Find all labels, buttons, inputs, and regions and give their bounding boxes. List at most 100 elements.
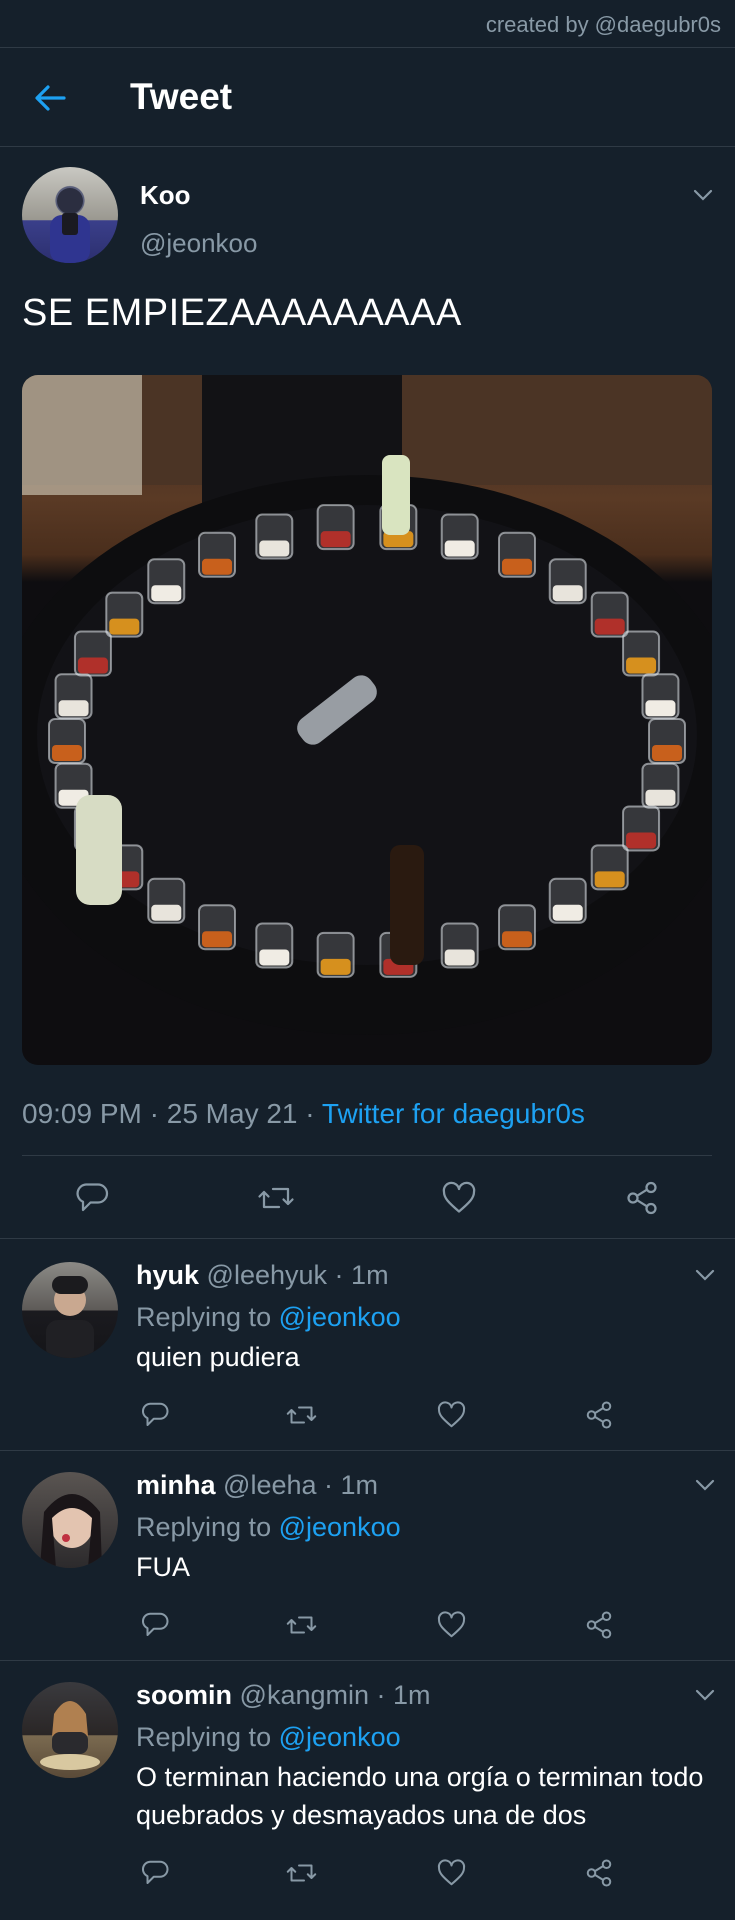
chevron-down-icon	[695, 1479, 715, 1491]
cup-liquid-shape	[502, 931, 532, 948]
like-button[interactable]	[436, 1610, 467, 1640]
share-button[interactable]	[624, 1180, 660, 1216]
share-icon	[586, 1859, 612, 1887]
like-button[interactable]	[436, 1858, 467, 1888]
retweet-button[interactable]	[285, 1400, 318, 1430]
comment-icon	[141, 1402, 169, 1426]
reply-header: hyuk @leehyuk · 1m	[136, 1260, 389, 1290]
reply-author-handle[interactable]: @leeha	[223, 1470, 316, 1500]
tweet-photo[interactable]	[22, 375, 712, 1065]
cup-liquid-shape	[52, 745, 82, 761]
chevron-down-icon	[693, 189, 713, 201]
chevron-down-icon	[695, 1269, 715, 1281]
reply-header: minha @leeha · 1m	[136, 1470, 379, 1500]
reply-time: 1m	[351, 1260, 389, 1290]
chevron-down-icon	[695, 1689, 715, 1701]
cup-liquid-shape	[77, 657, 108, 674]
top-bar: Tweet	[0, 47, 735, 147]
avatar[interactable]	[22, 167, 118, 263]
reply-button[interactable]	[140, 1400, 170, 1430]
avatar[interactable]	[22, 1682, 118, 1778]
retweet-icon	[286, 1406, 317, 1424]
comment-icon	[141, 1612, 169, 1636]
cup-liquid-shape	[645, 700, 676, 717]
reply-time: 1m	[393, 1680, 431, 1710]
cup-liquid-shape	[444, 949, 475, 966]
replying-to: Replying to @jeonkoo	[136, 1512, 401, 1542]
retweet-icon	[286, 1616, 317, 1634]
back-button[interactable]	[30, 80, 70, 116]
reply-author-name[interactable]: soomin	[136, 1680, 232, 1710]
reply-author-handle[interactable]: @leehyuk	[207, 1260, 327, 1290]
avatar-image	[46, 1276, 94, 1358]
tweet-meta: 09:09 PM · 25 May 21 · Twitter for daegu…	[22, 1098, 585, 1129]
like-button[interactable]	[436, 1400, 467, 1430]
cup-liquid-shape	[444, 540, 475, 557]
heart-icon	[437, 1401, 466, 1428]
replying-to: Replying to @jeonkoo	[136, 1722, 401, 1752]
cup-liquid-shape	[202, 558, 232, 575]
reply-button[interactable]	[140, 1610, 170, 1640]
cup-liquid-shape	[645, 789, 676, 806]
like-button[interactable]	[440, 1180, 478, 1216]
heart-icon	[442, 1181, 476, 1213]
heart-icon	[437, 1859, 466, 1886]
more-options-button[interactable]	[694, 1688, 716, 1702]
retweet-icon	[286, 1864, 317, 1882]
more-options-button[interactable]	[694, 1478, 716, 1492]
cup-liquid-shape	[259, 949, 290, 966]
divider	[22, 1155, 712, 1156]
cup-liquid-shape	[320, 531, 351, 548]
reply-text: FUA	[136, 1552, 190, 1582]
author-name[interactable]: Koo	[140, 180, 191, 211]
share-button[interactable]	[584, 1858, 614, 1888]
tweet-source-link[interactable]: Twitter for daegubr0s	[322, 1098, 585, 1129]
share-button[interactable]	[584, 1400, 614, 1430]
tweet-text: SE EMPIEZAAAAAAAAA	[22, 292, 462, 334]
avatar-image	[40, 1701, 100, 1770]
cup-liquid-shape	[552, 585, 583, 602]
cup-liquid-shape	[202, 931, 232, 948]
comment-icon	[76, 1183, 109, 1212]
author-handle[interactable]: @jeonkoo	[140, 228, 257, 259]
party-table-image	[22, 375, 712, 1035]
cup-liquid-shape	[320, 958, 351, 975]
retweet-icon	[258, 1187, 294, 1209]
retweet-button[interactable]	[256, 1180, 296, 1216]
cup-liquid-shape	[109, 618, 140, 635]
cup-liquid-shape	[594, 871, 625, 888]
reply-header: soomin @kangmin · 1m	[136, 1680, 431, 1710]
page-title: Tweet	[130, 76, 233, 117]
divider	[0, 1660, 735, 1661]
mention-link[interactable]: @jeonkoo	[279, 1722, 401, 1752]
share-button[interactable]	[584, 1610, 614, 1640]
cup-liquid-shape	[502, 558, 532, 575]
avatar[interactable]	[22, 1472, 118, 1568]
cup-liquid-shape	[259, 540, 290, 557]
avatar[interactable]	[22, 1262, 118, 1358]
cup-liquid-shape	[552, 904, 583, 921]
share-icon	[627, 1181, 657, 1215]
mention-link[interactable]: @jeonkoo	[279, 1302, 401, 1332]
cup-liquid-shape	[58, 700, 89, 717]
retweet-button[interactable]	[285, 1610, 318, 1640]
reply-time: 1m	[340, 1470, 379, 1500]
reply-button[interactable]	[140, 1858, 170, 1888]
watermark: created by @daegubr0s	[485, 12, 721, 37]
retweet-button[interactable]	[285, 1858, 318, 1888]
cup-liquid-shape	[151, 585, 182, 602]
mention-link[interactable]: @jeonkoo	[279, 1512, 401, 1542]
more-options-button[interactable]	[694, 1268, 716, 1282]
tweet-date: 25 May 21	[166, 1098, 298, 1129]
reply-author-name[interactable]: hyuk	[136, 1260, 199, 1290]
share-icon	[586, 1401, 612, 1429]
avatar-image	[40, 1494, 102, 1568]
heart-icon	[437, 1611, 466, 1638]
reply-author-name[interactable]: minha	[136, 1470, 216, 1500]
reply-author-handle[interactable]: @kangmin	[240, 1680, 369, 1710]
reply-text: quien pudiera	[136, 1342, 300, 1372]
reply-button[interactable]	[74, 1180, 110, 1216]
more-options-button[interactable]	[692, 188, 714, 202]
cup-liquid-shape	[151, 904, 182, 921]
reply-text: O terminan haciendo una orgía o terminan…	[136, 1762, 704, 1830]
